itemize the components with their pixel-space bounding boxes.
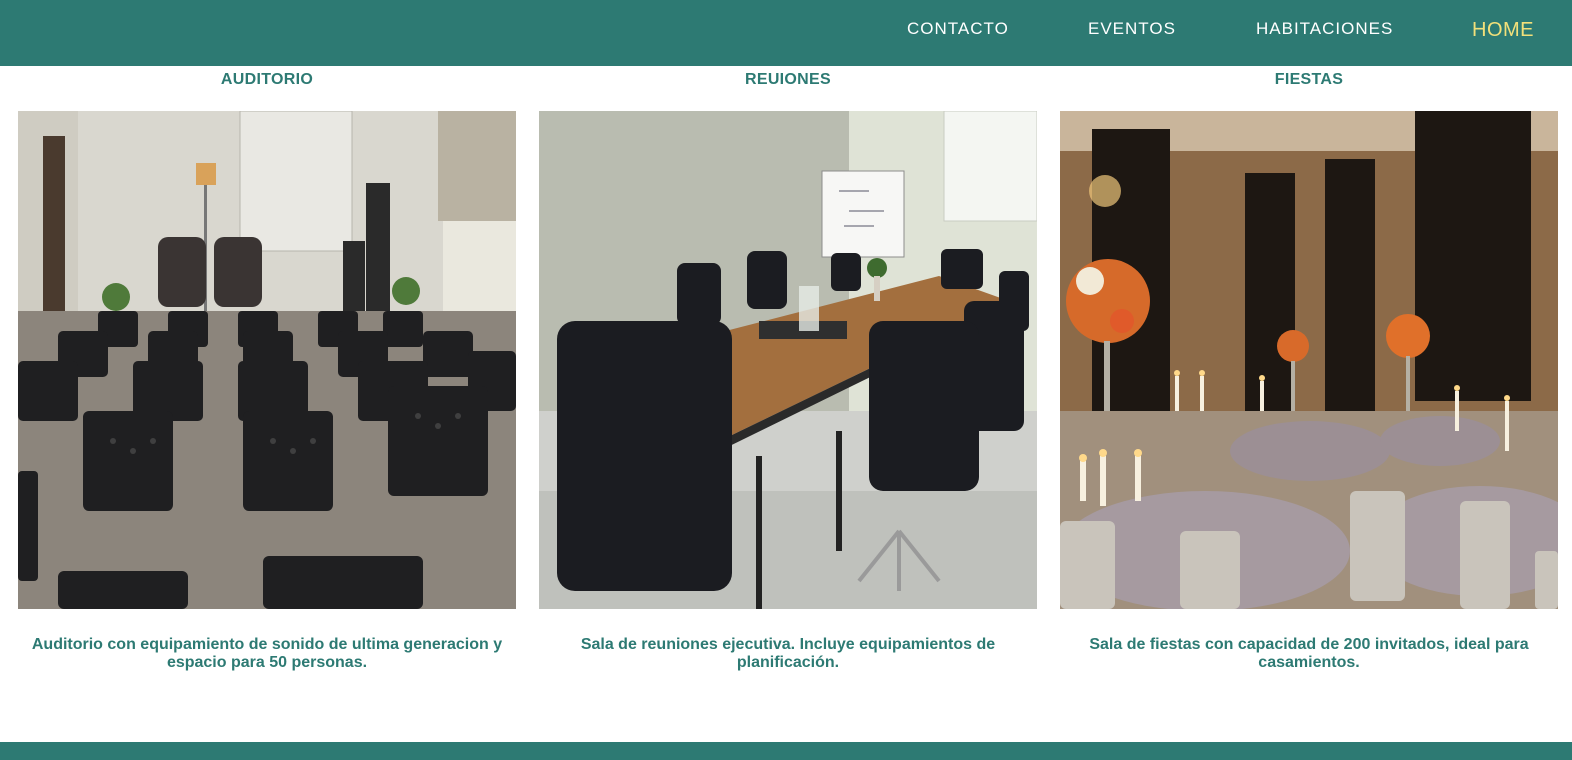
nav-link-habitaciones[interactable]: HABITACIONES [1256, 19, 1393, 39]
nav-link-contacto[interactable]: CONTACTO [907, 19, 1009, 39]
nav-link-home[interactable]: HOME [1472, 19, 1534, 42]
room-description: Auditorio con equipamiento de sonido de … [31, 636, 503, 671]
nav-link-eventos[interactable]: EVENTOS [1088, 19, 1176, 39]
room-title: REUIONES [745, 71, 831, 88]
auditorio-photo [18, 111, 516, 609]
room-title: FIESTAS [1274, 71, 1344, 88]
reuniones-photo [539, 111, 1037, 609]
fiestas-photo [1060, 111, 1558, 609]
footer-bar [0, 742, 1572, 760]
top-nav-bar: CONTACTO EVENTOS HABITACIONES HOME [0, 0, 1572, 66]
room-description: Sala de fiestas con capacidad de 200 inv… [1089, 636, 1529, 671]
room-description: Sala de reuniones ejecutiva. Incluye equ… [580, 636, 996, 671]
room-title: AUDITORIO [220, 71, 314, 88]
